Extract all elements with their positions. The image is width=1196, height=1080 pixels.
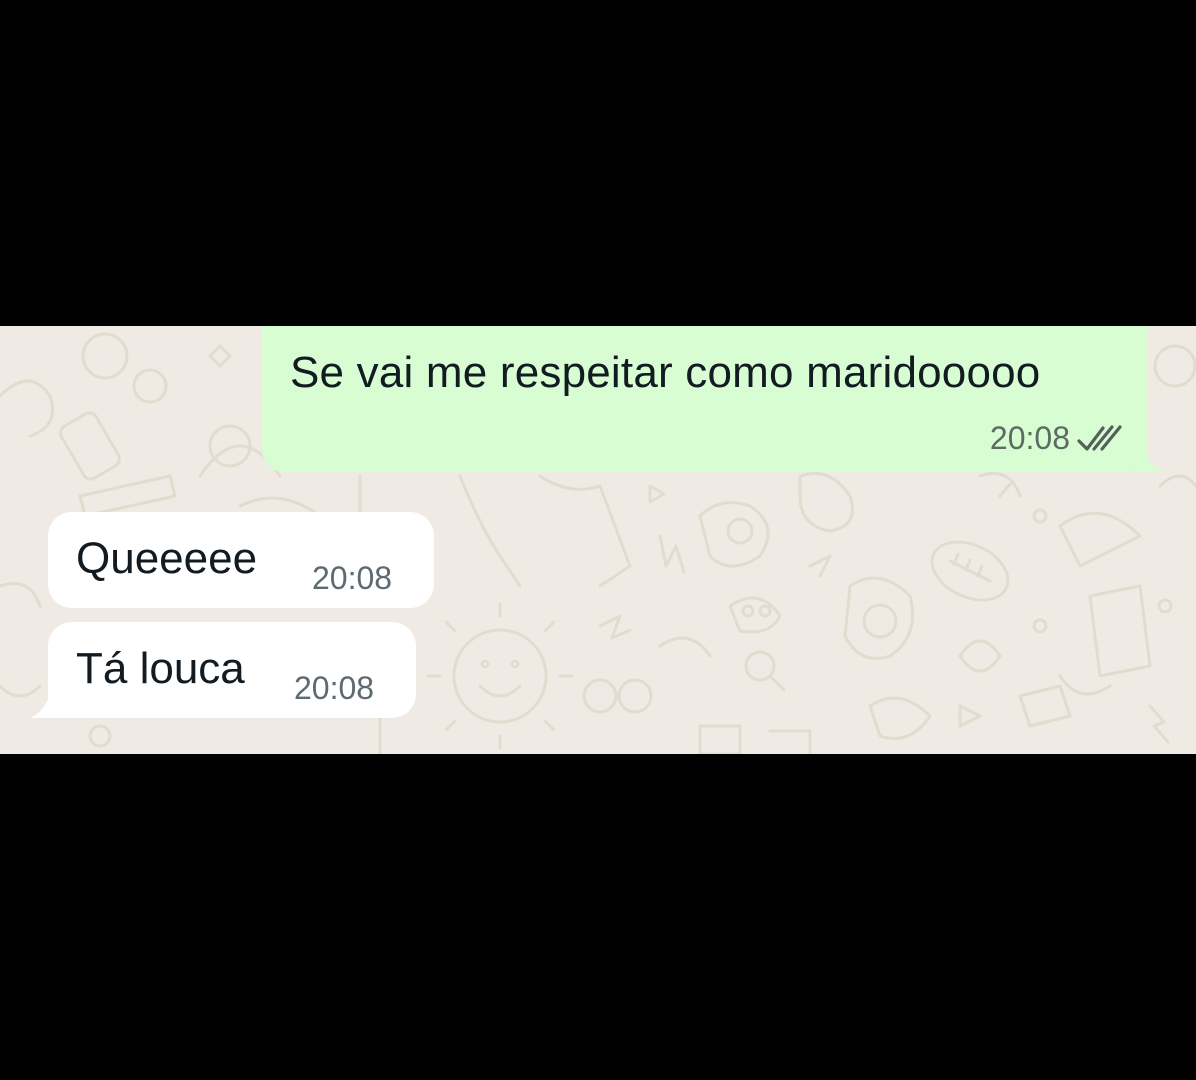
- chat-conversation-area[interactable]: Se vai me respeitar como maridooooo 20:0…: [0, 326, 1196, 754]
- message-timestamp: 20:08: [989, 420, 1070, 456]
- message-timestamp: 20:08: [294, 670, 375, 706]
- bubble-tail: [30, 694, 60, 718]
- double-check-read-icon: [1076, 424, 1122, 454]
- message-text: Tá louca: [76, 644, 245, 693]
- bubble-tail: [1136, 450, 1166, 472]
- message-meta: 20:08: [990, 420, 1122, 457]
- outgoing-message-bubble[interactable]: Se vai me respeitar como maridooooo 20:0…: [262, 326, 1166, 472]
- screenshot-frame: Se vai me respeitar como maridooooo 20:0…: [0, 0, 1196, 1080]
- incoming-message-bubble[interactable]: Queeeee 20:08: [48, 512, 434, 608]
- message-text: Queeeee: [76, 534, 258, 583]
- message-timestamp: 20:08: [312, 560, 393, 596]
- incoming-message-bubble[interactable]: Tá louca 20:08: [30, 622, 416, 718]
- message-text: Se vai me respeitar como maridooooo: [290, 348, 1041, 397]
